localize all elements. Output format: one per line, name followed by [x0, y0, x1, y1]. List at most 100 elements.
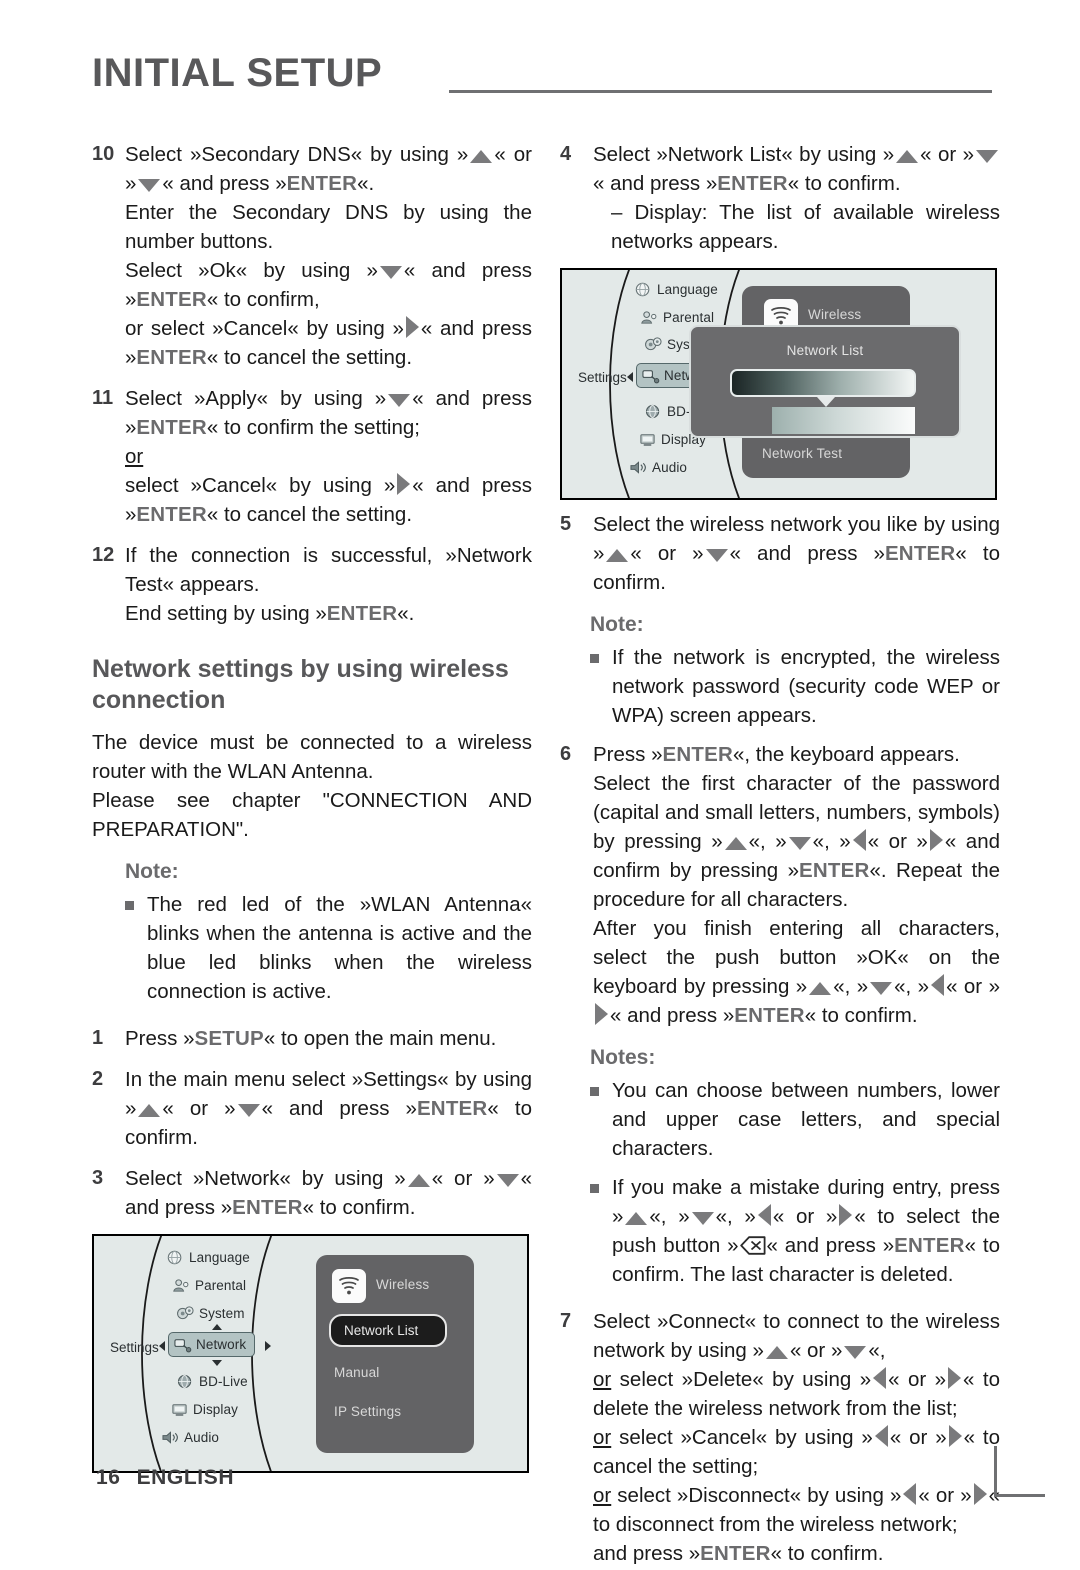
step-10: 10 Select »Secondary DNS« by using » « or…	[92, 140, 532, 372]
dialog-caret-down-icon	[817, 397, 835, 407]
step-12-line-1: If the connection is successful, »Networ…	[125, 544, 532, 596]
osd-item-network-selected[interactable]: Network	[168, 1332, 256, 1357]
notes-label: Notes:	[590, 1046, 656, 1069]
arrow-up-icon	[809, 982, 832, 995]
page-title: INITIAL SETUP	[92, 51, 383, 95]
step-number: 7	[560, 1310, 572, 1332]
osd-item-language[interactable]: Language	[634, 281, 718, 298]
key-enter: ENTER	[798, 859, 870, 882]
arrow-up-icon	[138, 1104, 161, 1117]
arrow-up-icon	[724, 837, 747, 850]
step-4-display-note: – Display: The list of available wireles…	[611, 201, 1000, 253]
osd-panel-item-ip-settings[interactable]: IP Settings	[334, 1404, 401, 1419]
arrow-up-icon	[896, 150, 919, 163]
step-1-text: Press »SETUP« to open the main menu.	[125, 1027, 497, 1050]
step-3-text: Select »Network« by using » « or » « and p…	[125, 1167, 532, 1219]
arrow-left-icon	[903, 1483, 917, 1505]
osd-item-parental[interactable]: Parental	[172, 1277, 246, 1294]
page-footer: 16 ENGLISH	[96, 1466, 234, 1490]
osd-item-audio[interactable]: Audio	[629, 459, 687, 476]
arrow-right-icon	[397, 473, 411, 495]
osd-network-list-dialog: Network List	[689, 325, 961, 438]
step-number: 12	[92, 544, 115, 566]
step-11-line-2: select »Cancel« by using » « and press »E…	[125, 473, 532, 526]
bd-live-globe-icon	[177, 1374, 192, 1389]
step-11-or: or	[125, 445, 144, 468]
osd-item-label: System	[199, 1306, 245, 1321]
step-11-line-1: Select »Apply« by using » « and press »EN…	[125, 387, 532, 439]
osd-item-bdlive[interactable]: BD-Live	[176, 1373, 248, 1390]
bullet-square-icon	[590, 1184, 599, 1193]
dialog-title: Network List	[786, 343, 864, 358]
osd-panel-item-wireless[interactable]: Wireless	[808, 307, 861, 322]
arrow-right-icon	[948, 1367, 962, 1389]
step-7: 7 Select »Connect« to connect to the wir…	[560, 1307, 1000, 1568]
step-12: 12 If the connection is successful, »Net…	[92, 541, 532, 628]
footer-page-number: 16	[96, 1466, 121, 1489]
osd-caret-down-icon	[212, 1360, 222, 1366]
osd-item-system[interactable]: System	[176, 1305, 245, 1322]
key-enter: ENTER	[232, 1196, 303, 1219]
osd-panel-item-network-list-highlighted[interactable]: Network List	[329, 1314, 447, 1347]
step-11: 11 Select »Apply« by using » « and press …	[92, 384, 532, 529]
dialog-network-entry-selected[interactable]	[730, 369, 916, 397]
key-enter: ENTER	[136, 288, 207, 311]
step-10-line-3: Select »Ok« by using » « and press »ENTER…	[125, 259, 532, 311]
step-12-line-2: End setting by using »ENTER«.	[125, 602, 415, 625]
arrow-up-icon	[407, 1174, 430, 1187]
step-number: 5	[560, 513, 572, 535]
osd-item-parental[interactable]: Parental	[640, 309, 714, 326]
figure-settings-network-menu: Settings Language Parental System Networ…	[92, 1234, 529, 1473]
osd-item-label: Network	[196, 1337, 247, 1352]
osd-item-display[interactable]: Display	[170, 1401, 238, 1418]
arrow-left-icon	[874, 1425, 888, 1447]
osd-panel-item-manual[interactable]: Manual	[334, 1365, 379, 1380]
arrow-right-icon	[948, 1425, 962, 1447]
osd-panel-item-network-test[interactable]: Network Test	[762, 446, 842, 461]
key-enter: ENTER	[884, 542, 956, 565]
step-1: 1 Press »SETUP« to open the main menu.	[92, 1024, 532, 1053]
arrow-left-icon	[931, 974, 945, 996]
arrow-left-icon	[852, 829, 866, 851]
dialog-network-entry[interactable]	[772, 407, 915, 434]
notes-bullet-1: You can choose between numbers, lower an…	[590, 1076, 1000, 1163]
step-4: 4 Select »Network List« by using » « or »…	[560, 140, 1000, 256]
step-number: 6	[560, 743, 572, 765]
intro-paragraph-2: Please see chapter "CONNECTION AND PREPA…	[92, 789, 532, 841]
step-number: 4	[560, 143, 572, 165]
arrow-left-icon	[757, 1204, 771, 1226]
arrow-down-icon	[844, 1346, 867, 1359]
arrow-right-icon	[839, 1204, 853, 1226]
osd-item-language[interactable]: Language	[166, 1249, 250, 1266]
osd-panel-item-wireless[interactable]: Wireless	[376, 1277, 429, 1292]
osd-caret-left-icon	[159, 1341, 165, 1351]
key-enter: ENTER	[717, 172, 788, 195]
osd-item-label: Language	[189, 1250, 250, 1265]
key-enter: ENTER	[894, 1234, 965, 1257]
left-column: 10 Select »Secondary DNS« by using » « or…	[92, 140, 532, 1473]
document-page: INITIAL SETUP 10 Select »Secondary DNS« …	[0, 0, 1080, 1565]
gear-icon	[645, 337, 662, 351]
key-enter: ENTER	[136, 346, 207, 369]
language-globe-icon	[167, 1250, 182, 1265]
arrow-up-icon	[625, 1212, 648, 1225]
audio-icon	[630, 461, 646, 474]
step-4-text: Select »Network List« by using » « or »« …	[593, 143, 1000, 195]
section-heading: Network settings by using wireless conne…	[92, 655, 509, 714]
osd-network-panel: Wireless Network List Manual IP Settings	[316, 1255, 474, 1453]
arrow-down-icon	[379, 266, 402, 279]
osd-item-audio[interactable]: Audio	[161, 1429, 219, 1446]
arrow-down-icon	[691, 1212, 714, 1225]
page-header: INITIAL SETUP	[92, 50, 992, 102]
parental-icon	[641, 311, 657, 324]
backspace-key-icon	[739, 1236, 766, 1255]
key-enter: ENTER	[286, 172, 358, 195]
note-label: Note:	[125, 860, 179, 883]
